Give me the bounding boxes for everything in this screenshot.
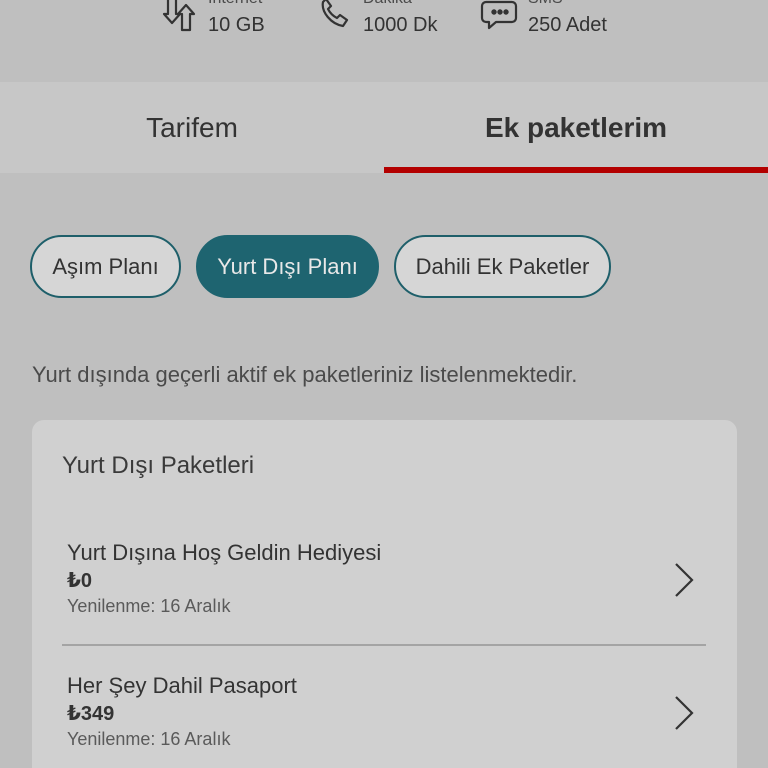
usage-summary: İnternet 10 GB Dakika 1000 Dk SMS 250 Ad…	[0, 0, 768, 82]
divider	[62, 644, 706, 646]
usage-value: 1000 Dk	[363, 14, 438, 36]
package-price: ₺0	[67, 570, 93, 592]
info-text: Yurt dışında geçerli aktif ek paketlerin…	[32, 362, 578, 387]
filter-yurt-disi-plani[interactable]: Yurt Dışı Planı	[196, 235, 379, 298]
tab-ek-paketlerim[interactable]: Ek paketlerim	[384, 82, 768, 173]
usage-value: 10 GB	[208, 14, 265, 36]
filter-asim-plani[interactable]: Aşım Planı	[30, 235, 181, 298]
package-renewal: Yenilenme: 16 Aralık	[67, 729, 231, 749]
tab-tarifem[interactable]: Tarifem	[0, 82, 384, 173]
sms-bubble-icon	[480, 0, 520, 34]
package-item[interactable]: Her Şey Dahil Pasaport ₺349 Yenilenme: 1…	[32, 673, 737, 768]
package-name: Yurt Dışına Hoş Geldin Hediyesi	[67, 540, 382, 565]
packages-card: Yurt Dışı Paketleri Yurt Dışına Hoş Geld…	[32, 420, 737, 768]
filter-dahili-ek-paketler[interactable]: Dahili Ek Paketler	[394, 235, 611, 298]
package-item[interactable]: Yurt Dışına Hoş Geldin Hediyesi ₺0 Yenil…	[32, 540, 737, 650]
usage-label: SMS	[528, 0, 563, 8]
usage-label: İnternet	[208, 0, 262, 8]
usage-value: 250 Adet	[528, 14, 607, 36]
data-transfer-icon	[160, 0, 200, 34]
package-renewal: Yenilenme: 16 Aralık	[67, 596, 231, 616]
package-name: Her Şey Dahil Pasaport	[67, 673, 297, 698]
phone-icon	[315, 0, 355, 34]
usage-label: Dakika	[363, 0, 412, 8]
chevron-right-icon[interactable]	[668, 560, 698, 600]
chevron-right-icon[interactable]	[668, 693, 698, 733]
tab-bar: Tarifem Ek paketlerim	[0, 82, 768, 173]
card-title: Yurt Dışı Paketleri	[62, 452, 255, 479]
package-price: ₺349	[67, 703, 115, 725]
